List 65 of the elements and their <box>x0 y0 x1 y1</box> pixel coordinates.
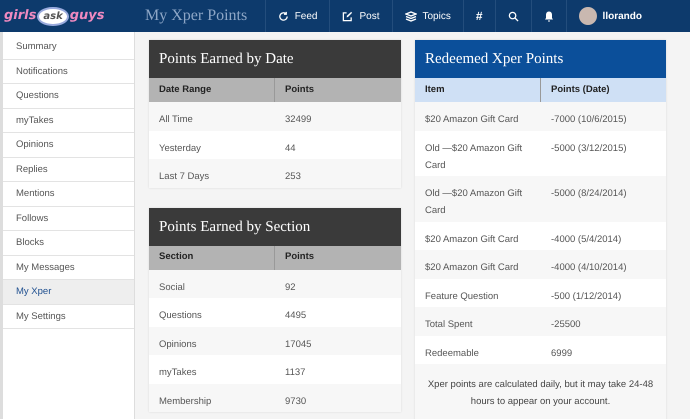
sidebar-item[interactable]: Notifications <box>3 60 134 84</box>
table-cell: 17045 <box>285 338 312 350</box>
table-cell: 253 <box>285 171 301 182</box>
table-cell: 92 <box>285 282 296 292</box>
sidebar-item[interactable]: My Xper <box>3 280 134 304</box>
user-menu[interactable]: llorando <box>566 0 690 32</box>
table-cell: $20 Amazon Gift Card <box>425 234 518 244</box>
footnote: Xper points are calculated daily, but it may take 24-48 hours to appear on your account. <box>415 364 666 419</box>
bell-icon <box>544 10 554 22</box>
search-icon <box>508 10 519 22</box>
sidebar-item[interactable]: Blocks <box>3 231 134 256</box>
column-header: Points (Date) <box>550 82 611 97</box>
table-cell: Old —$20 Amazon Gift Card <box>425 188 522 216</box>
stack-icon <box>404 10 416 22</box>
column-header: Points <box>284 82 316 97</box>
table-cell: Yesterday <box>159 142 201 154</box>
table-cell: -7000 (10/6/2015) <box>551 114 627 125</box>
edit-icon <box>342 10 354 22</box>
table-cell: Membership <box>159 396 212 406</box>
nav-link[interactable]: Topics <box>392 0 463 32</box>
table-cell: -500 (1/12/2014) <box>551 290 622 302</box>
sidebar-item[interactable]: Mentions <box>3 182 134 206</box>
logo-badge: ask <box>37 6 69 26</box>
table-cell: -25500 <box>551 319 581 330</box>
table-cell: -4000 (4/10/2014) <box>551 262 627 273</box>
sidebar-item[interactable]: Follows <box>3 206 134 231</box>
nav-link[interactable]: Post <box>329 0 392 32</box>
table-cell: All Time <box>159 114 193 125</box>
logo-text: guys <box>70 7 105 26</box>
table-cell: Questions <box>159 310 202 321</box>
nav-link[interactable]: # <box>462 0 495 32</box>
refresh-icon <box>278 10 289 22</box>
card-title: Points Earned by Section <box>149 208 401 246</box>
card-title: Points Earned by Date <box>149 40 401 78</box>
sidebar-item[interactable]: myTakes <box>3 108 134 133</box>
table-cell: $20 Amazon Gift Card <box>425 114 518 125</box>
table-cell: Old —$20 Amazon Gift Card <box>425 142 522 170</box>
table-cell: $20 Amazon Gift Card <box>425 262 518 273</box>
table-cell: 4495 <box>285 310 306 321</box>
logo-text: girls <box>4 7 36 26</box>
sidebar-item[interactable]: Questions <box>3 84 134 108</box>
table-cell: myTakes <box>159 367 196 378</box>
table-cell: -5000 (3/12/2015) <box>551 142 627 154</box>
table-cell: Opinions <box>159 338 196 350</box>
table-cell: Total Spent <box>425 319 473 330</box>
table-cell: 44 <box>285 142 296 154</box>
table-cell: -4000 (5/4/2014) <box>551 234 622 244</box>
table-cell: Redeemable <box>425 348 479 358</box>
column-header: Points <box>284 250 316 264</box>
table-cell: 9730 <box>285 396 306 406</box>
avatar <box>578 7 597 25</box>
page-title: My Xper Points <box>145 6 248 26</box>
sidebar-item[interactable]: My Settings <box>3 304 134 329</box>
card-title: Redeemed Xper Points <box>415 40 666 78</box>
table-cell: 6999 <box>551 348 572 358</box>
table-cell: Feature Question <box>425 290 498 302</box>
nav-link[interactable]: Feed <box>264 0 330 32</box>
table-cell: -5000 (8/24/2014) <box>551 188 627 199</box>
table-cell: Social <box>159 282 185 292</box>
table-cell: 32499 <box>285 114 312 125</box>
table-cell: Last 7 Days <box>159 171 210 182</box>
table-cell: 1137 <box>285 367 306 378</box>
sidebar-item[interactable]: Opinions <box>3 133 134 158</box>
sidebar-item[interactable]: Replies <box>3 158 134 182</box>
sidebar-item[interactable]: Summary <box>3 35 134 60</box>
